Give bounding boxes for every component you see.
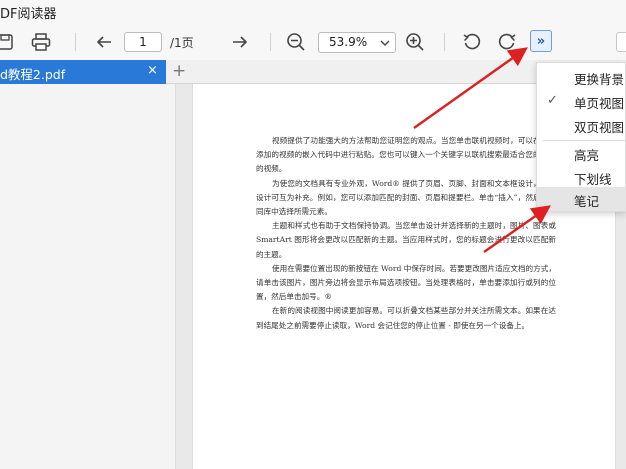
zoom-out-icon[interactable]	[283, 29, 309, 55]
menu-item-change-background[interactable]: 更换背景	[537, 65, 626, 89]
more-tools-button[interactable]: »	[530, 30, 552, 52]
menu-item-label: 单页视图	[574, 96, 625, 111]
new-tab-button[interactable]: +	[172, 61, 186, 81]
zoom-select[interactable]: 53.9%	[318, 32, 396, 53]
toolbar-divider	[444, 33, 445, 51]
paragraph: 视频提供了功能强大的方法帮助您证明您的观点。当您单击联机视频时，可以在想要添加的…	[256, 136, 556, 174]
zoom-in-icon[interactable]	[402, 29, 428, 55]
menu-item-single-page[interactable]: ✓ 单页视图	[537, 89, 626, 113]
paragraph: 使用在需要位置出现的新按钮在 Word 中保存时间。若要更改图片适应文档的方式，…	[256, 263, 556, 302]
menu-item-label: 笔记	[574, 194, 600, 209]
app-title: DF阅读器	[0, 7, 57, 22]
search-button[interactable]	[616, 32, 626, 52]
page-total: /1页	[170, 36, 194, 50]
paragraph: 主题和样式也有助于文档保持协调。当您单击设计并选择新的主题时，图片、图表或 Sm…	[256, 221, 556, 259]
menu-item-label: 高亮	[574, 148, 600, 163]
menu-item-highlight[interactable]: 高亮	[537, 141, 626, 165]
rotate-left-icon[interactable]	[459, 29, 485, 55]
paragraph: 在新的阅读视图中阅读更加容易。可以折叠文档某些部分并关注所需文本。如果在达到结尾…	[256, 306, 556, 330]
toolbar-divider	[270, 33, 271, 51]
previous-page-icon[interactable]	[91, 29, 117, 55]
menu-item-double-page[interactable]: 双页视图	[537, 113, 626, 137]
tab-document[interactable]: d教程2.pdf ×	[0, 60, 166, 84]
toolbar: 1 /1页 53.9% »	[0, 24, 626, 60]
menu-item-note[interactable]: 笔记	[537, 187, 626, 211]
page-number-input[interactable]: 1	[124, 32, 162, 52]
rotate-right-icon[interactable]	[494, 29, 520, 55]
chevron-down-icon	[380, 37, 390, 51]
tab-label: d教程2.pdf	[0, 67, 66, 82]
title-bar: DF阅读器	[0, 0, 626, 24]
checkmark-icon: ✓	[547, 93, 558, 108]
menu-item-label: 更换背景	[574, 72, 625, 87]
tab-bar: d教程2.pdf × +	[0, 60, 626, 84]
menu-item-underline[interactable]: 下划线	[537, 165, 626, 189]
zoom-value: 53.9%	[329, 35, 368, 49]
close-icon[interactable]: ×	[147, 63, 158, 78]
menu-item-label: 双页视图	[574, 120, 625, 135]
menu-item-label: 下划线	[574, 172, 612, 187]
print-icon[interactable]	[28, 29, 54, 55]
document-text: 视频提供了功能强大的方法帮助您证明您的观点。当您单击联机视频时，可以在想要添加的…	[256, 134, 556, 333]
sidebar-panel	[0, 84, 176, 469]
toolbar-divider	[75, 33, 76, 51]
save-icon[interactable]	[0, 29, 18, 55]
next-page-icon[interactable]	[227, 29, 253, 55]
paragraph: 为使您的文档具有专业外观，Word® 提供了页眉、页脚、封面和文本框设计，这些设…	[256, 178, 556, 217]
more-tools-menu: 更换背景 ✓ 单页视图 双页视图 高亮 下划线 笔记	[536, 62, 626, 212]
